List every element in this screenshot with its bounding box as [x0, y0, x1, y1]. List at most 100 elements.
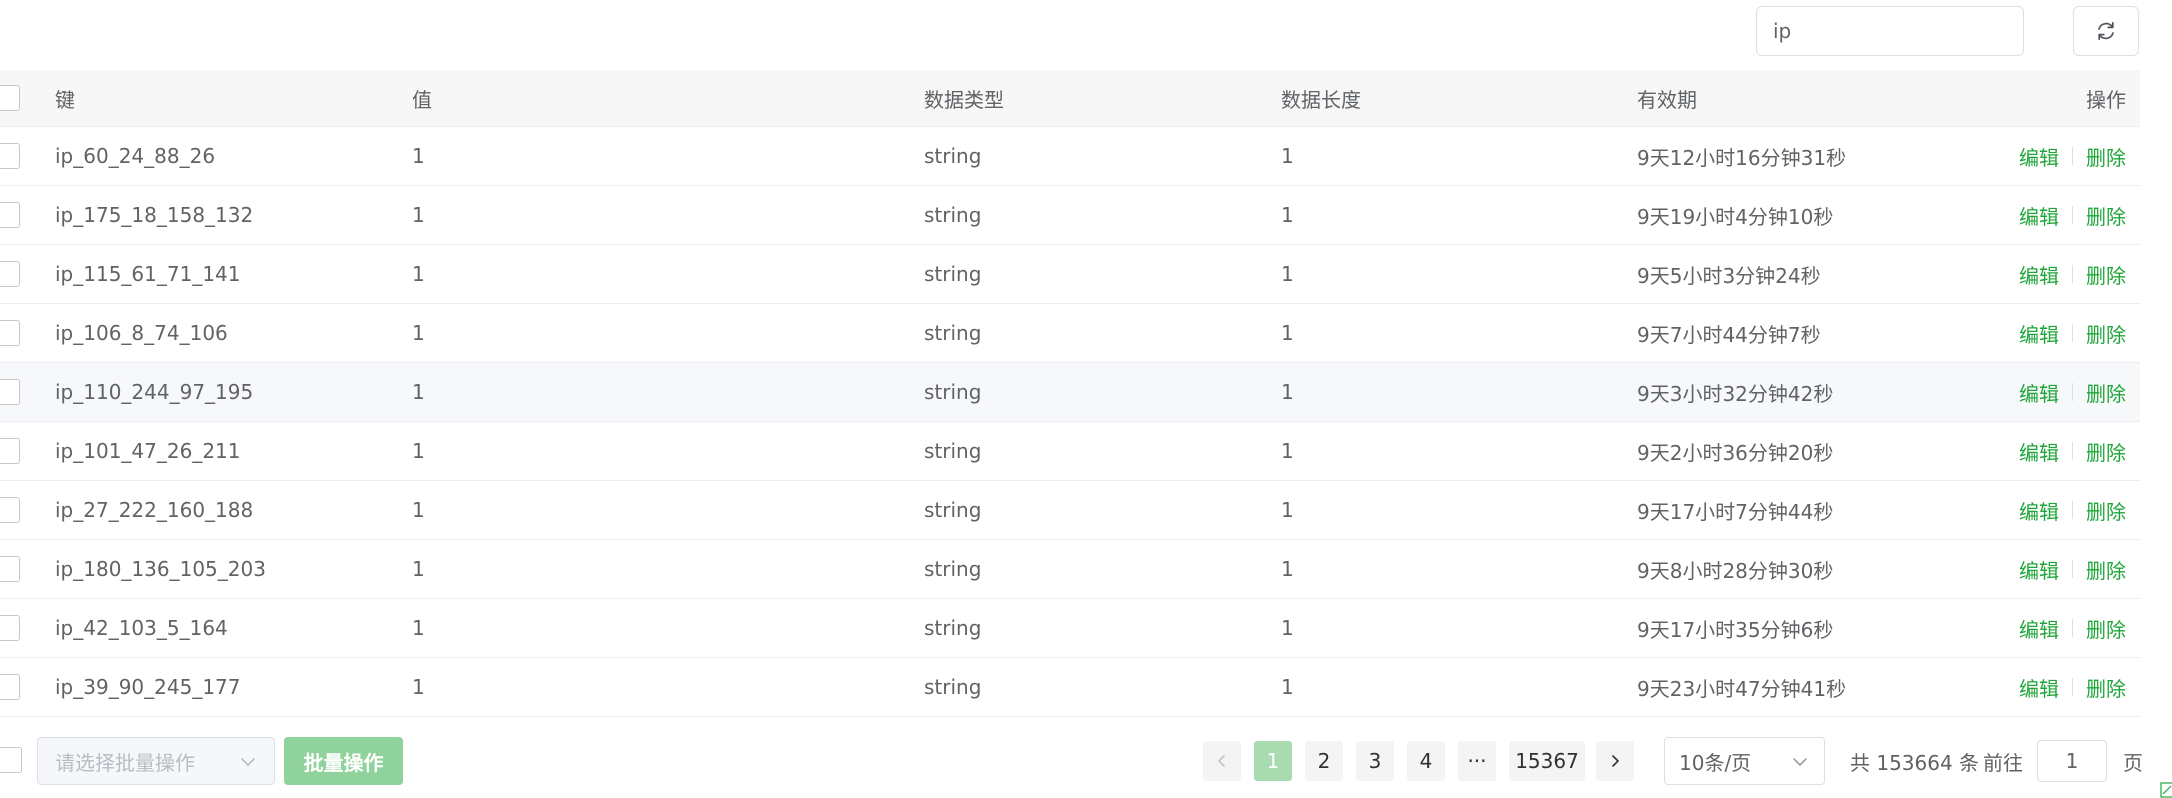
corner-icon: [2160, 782, 2172, 798]
row-length: 1: [1281, 262, 1294, 286]
row-key: ip_115_61_71_141: [55, 262, 241, 286]
row-actions: 编辑 删除: [2019, 481, 2126, 539]
row-value: 1: [412, 616, 425, 640]
select-all-checkbox[interactable]: [0, 85, 20, 111]
row-length: 1: [1281, 675, 1294, 699]
row-key: ip_175_18_158_132: [55, 203, 254, 227]
edit-link[interactable]: 编辑: [2019, 378, 2059, 407]
row-length: 1: [1281, 144, 1294, 168]
row-type: string: [924, 675, 982, 699]
refresh-button[interactable]: [2073, 6, 2139, 56]
edit-link[interactable]: 编辑: [2019, 201, 2059, 230]
row-checkbox[interactable]: [0, 261, 20, 287]
row-check-cell: [0, 422, 24, 480]
row-check-cell: [0, 363, 24, 421]
delete-link[interactable]: 删除: [2086, 555, 2126, 584]
batch-select-placeholder: 请选择批量操作: [55, 750, 195, 775]
row-length: 1: [1281, 380, 1294, 404]
refresh-icon: [2098, 21, 2114, 41]
page-ellipsis[interactable]: ···: [1458, 741, 1496, 781]
row-ttl: 9天19小时4分钟10秒: [1637, 204, 1834, 229]
row-checkbox[interactable]: [0, 320, 20, 346]
edit-link[interactable]: 编辑: [2019, 142, 2059, 171]
row-check-cell: [0, 658, 24, 716]
row-key: ip_101_47_26_211: [55, 439, 241, 463]
page-3[interactable]: 3: [1356, 741, 1394, 781]
row-checkbox[interactable]: [0, 143, 20, 169]
edit-link[interactable]: 编辑: [2019, 260, 2059, 289]
delete-link[interactable]: 删除: [2086, 614, 2126, 643]
header-type: 数据类型: [924, 87, 1004, 112]
row-value: 1: [412, 557, 425, 581]
edit-link[interactable]: 编辑: [2019, 437, 2059, 466]
row-check-cell: [0, 127, 24, 185]
delete-link[interactable]: 删除: [2086, 319, 2126, 348]
search-input[interactable]: [1757, 7, 2023, 55]
search-box: [1756, 6, 2024, 56]
delete-link[interactable]: 删除: [2086, 673, 2126, 702]
row-value: 1: [412, 321, 425, 345]
delete-link[interactable]: 删除: [2086, 201, 2126, 230]
edit-link[interactable]: 编辑: [2019, 614, 2059, 643]
row-check-cell: [0, 481, 24, 539]
next-page-button[interactable]: [1596, 741, 1634, 781]
table-row: ip_115_61_71_141 1 string 1 9天5小时3分钟24秒 …: [0, 245, 2140, 304]
row-check-cell: [0, 599, 24, 657]
row-length: 1: [1281, 616, 1294, 640]
row-checkbox[interactable]: [0, 674, 20, 700]
row-checkbox[interactable]: [0, 497, 20, 523]
row-checkbox[interactable]: [0, 438, 20, 464]
row-key: ip_60_24_88_26: [55, 144, 216, 168]
table-row: ip_101_47_26_211 1 string 1 9天2小时36分钟20秒…: [0, 422, 2140, 481]
page-2[interactable]: 2: [1305, 741, 1343, 781]
action-divider: [2072, 678, 2073, 696]
row-checkbox[interactable]: [0, 202, 20, 228]
row-checkbox[interactable]: [0, 615, 20, 641]
action-divider: [2072, 501, 2073, 519]
row-key: ip_110_244_97_195: [55, 380, 254, 404]
row-check-cell: [0, 540, 24, 598]
prev-page-button[interactable]: [1203, 741, 1241, 781]
row-value: 1: [412, 144, 425, 168]
action-divider: [2072, 147, 2073, 165]
action-divider: [2072, 324, 2073, 342]
row-ttl: 9天8小时28分钟30秒: [1637, 558, 1834, 583]
edit-link[interactable]: 编辑: [2019, 496, 2059, 525]
page-size-value: 10条/页: [1679, 750, 1752, 775]
delete-link[interactable]: 删除: [2086, 437, 2126, 466]
goto-page-input[interactable]: [2037, 740, 2107, 782]
page-last[interactable]: 15367: [1509, 741, 1585, 781]
action-divider: [2072, 619, 2073, 637]
row-value: 1: [412, 380, 425, 404]
row-ttl: 9天23小时47分钟41秒: [1637, 676, 1847, 701]
row-check-cell: [0, 245, 24, 303]
row-length: 1: [1281, 557, 1294, 581]
row-value: 1: [412, 203, 425, 227]
table-row: ip_60_24_88_26 1 string 1 9天12小时16分钟31秒 …: [0, 127, 2140, 186]
row-length: 1: [1281, 203, 1294, 227]
delete-link[interactable]: 删除: [2086, 496, 2126, 525]
row-checkbox[interactable]: [0, 556, 20, 582]
header-value: 值: [412, 87, 432, 112]
header-actions: 操作: [2086, 87, 2126, 112]
page-size-select[interactable]: 10条/页: [1664, 737, 1825, 785]
edit-link[interactable]: 编辑: [2019, 319, 2059, 348]
row-length: 1: [1281, 498, 1294, 522]
row-ttl: 9天7小时44分钟7秒: [1637, 322, 1821, 347]
batch-operation-button[interactable]: 批量操作: [284, 737, 403, 785]
row-type: string: [924, 262, 982, 286]
row-type: string: [924, 144, 982, 168]
delete-link[interactable]: 删除: [2086, 260, 2126, 289]
delete-link[interactable]: 删除: [2086, 142, 2126, 171]
delete-link[interactable]: 删除: [2086, 378, 2126, 407]
chevron-left-icon: [1218, 755, 1225, 767]
chevron-down-icon: [1793, 758, 1807, 766]
edit-link[interactable]: 编辑: [2019, 673, 2059, 702]
page-1[interactable]: 1: [1254, 741, 1292, 781]
page-4[interactable]: 4: [1407, 741, 1445, 781]
footer-select-all-checkbox[interactable]: [0, 747, 22, 773]
edit-link[interactable]: 编辑: [2019, 555, 2059, 584]
action-divider: [2072, 442, 2073, 460]
row-checkbox[interactable]: [0, 379, 20, 405]
batch-operation-select[interactable]: 请选择批量操作: [37, 737, 275, 785]
